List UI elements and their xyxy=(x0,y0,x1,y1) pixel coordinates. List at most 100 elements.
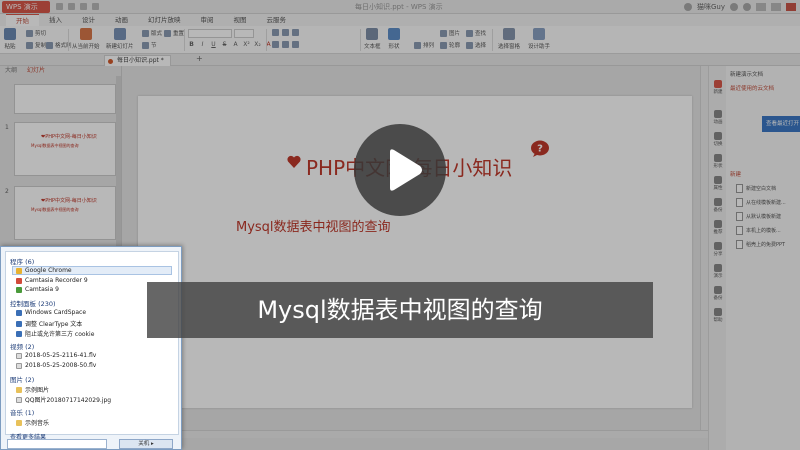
result-camtasia-recorder[interactable]: Camtasia Recorder 9 xyxy=(16,277,88,284)
find-button[interactable]: 查找 xyxy=(466,29,486,37)
slide-thumbnail[interactable]: ❤PHP中文网-每日小知识 Mysql数据表中视图的查询 xyxy=(14,186,116,240)
paste-button[interactable]: 粘贴 xyxy=(4,28,16,50)
new-from-online-template-link[interactable]: 从在线模板新建... xyxy=(736,198,786,207)
new-slide-button[interactable]: 新建幻灯片 xyxy=(106,28,134,50)
wps-menu-button[interactable]: WPS 演示 xyxy=(2,1,50,13)
slide-subtitle[interactable]: Mysql数据表中视图的查询 xyxy=(236,216,391,235)
strip-item-recommend[interactable]: 推荐 xyxy=(709,220,727,235)
strip-item-new[interactable]: 新建 xyxy=(709,80,727,95)
print-icon[interactable] xyxy=(68,3,75,10)
tab-review[interactable]: 审阅 xyxy=(191,14,224,26)
slide-thumbnail[interactable]: ❤PHP中文网-每日小知识 Mysql数据表中视图的查询 xyxy=(14,122,116,176)
redo-icon[interactable] xyxy=(92,3,99,10)
tab-cloud[interactable]: 云服务 xyxy=(257,14,297,26)
select-button[interactable]: 选择 xyxy=(466,41,486,49)
superscript-button[interactable]: X² xyxy=(243,41,250,48)
strip-item-properties[interactable]: 属性 xyxy=(709,176,727,191)
strip-item-backup-2[interactable]: 备份 xyxy=(709,286,727,301)
underline-button[interactable]: U xyxy=(210,41,217,48)
shutdown-button[interactable]: 关机 ▸ xyxy=(119,439,173,449)
horizontal-scrollbar[interactable] xyxy=(122,430,708,438)
slide-thumbnail[interactable] xyxy=(14,84,116,114)
strip-item-shapes[interactable]: 形状 xyxy=(709,154,727,169)
undo-icon[interactable] xyxy=(80,3,87,10)
font-size-select[interactable] xyxy=(234,29,254,38)
strip-item-present[interactable]: 演示 xyxy=(709,264,727,279)
panel-scrollbar[interactable] xyxy=(116,76,121,256)
text-shadow-button[interactable]: A xyxy=(232,41,239,48)
close-button[interactable] xyxy=(786,3,796,11)
save-icon[interactable] xyxy=(56,3,63,10)
task-pane-header[interactable]: 新建演示文档 xyxy=(730,70,763,78)
design-assistant-button[interactable]: 设计助手 xyxy=(528,28,550,50)
result-video-2[interactable]: 2018-05-25-2008-50.flv xyxy=(16,362,96,369)
result-camtasia[interactable]: Camtasia 9 xyxy=(16,286,59,293)
from-current-button[interactable]: 从当前开始 xyxy=(72,28,100,50)
search-input[interactable] xyxy=(7,439,107,449)
result-cookie[interactable]: 阻止或允许第三方 cookie xyxy=(16,329,94,338)
strip-item-transition[interactable]: 切换 xyxy=(709,132,727,147)
bullet-list-button[interactable] xyxy=(272,29,279,36)
indent-button[interactable] xyxy=(292,29,299,36)
strip-item-share[interactable]: 分享 xyxy=(709,242,727,257)
minimize-button[interactable] xyxy=(756,3,766,11)
outline-button[interactable]: 轮廓 xyxy=(440,41,460,49)
category-control-panel[interactable]: 控制面板 (230) xyxy=(10,298,56,308)
select-pane-button[interactable]: 选择窗格 xyxy=(498,28,520,50)
picture-button[interactable]: 图片 xyxy=(440,29,460,37)
tab-design[interactable]: 设计 xyxy=(72,14,105,26)
shapes-button[interactable]: 形状 xyxy=(388,28,400,50)
strip-item-animation[interactable]: 动画 xyxy=(709,110,727,125)
reset-button[interactable]: 重置 xyxy=(164,29,184,37)
tab-animation[interactable]: 动画 xyxy=(105,14,138,26)
subscript-button[interactable]: X₂ xyxy=(254,41,261,48)
document-tab[interactable]: 每日小知识.ppt * xyxy=(104,55,171,66)
section-button[interactable]: 节 xyxy=(142,41,157,49)
result-sample-music[interactable]: 示例音乐 xyxy=(16,418,49,427)
settings-icon[interactable] xyxy=(743,3,751,11)
result-qq-image[interactable]: QQ图片20180717142029.jpg xyxy=(16,395,111,404)
align-left-button[interactable] xyxy=(272,41,279,48)
maximize-button[interactable] xyxy=(771,3,781,11)
numbered-list-button[interactable] xyxy=(282,29,289,36)
view-recent-button[interactable]: 查看最近打开 xyxy=(762,116,800,132)
category-music[interactable]: 音乐 (1) xyxy=(10,407,34,417)
copy-button[interactable]: 复制 xyxy=(26,41,46,49)
play-button[interactable] xyxy=(354,124,446,216)
free-ppt-link[interactable]: 稻壳上的免费PPT xyxy=(736,240,785,249)
user-name[interactable]: 猫咪Guy xyxy=(697,2,725,12)
tab-home[interactable]: 开始 xyxy=(6,14,39,26)
bold-button[interactable]: B xyxy=(188,41,195,48)
result-cardspace[interactable]: Windows CardSpace xyxy=(16,309,86,316)
tab-insert[interactable]: 插入 xyxy=(39,14,72,26)
tab-outline[interactable]: 大纲 xyxy=(0,66,22,76)
category-videos[interactable]: 视频 (2) xyxy=(10,341,34,351)
italic-button[interactable]: I xyxy=(199,41,206,48)
cut-button[interactable]: 剪切 xyxy=(26,29,46,37)
skin-icon[interactable] xyxy=(730,3,738,11)
font-name-select[interactable] xyxy=(188,29,232,38)
strikethrough-button[interactable]: S xyxy=(221,41,228,48)
category-pictures[interactable]: 图片 (2) xyxy=(10,374,34,384)
tab-slides[interactable]: 幻灯片 xyxy=(22,66,50,76)
arrange-button[interactable]: 排列 xyxy=(414,41,434,49)
new-from-default-template-link[interactable]: 从默认模板新建 xyxy=(736,212,781,221)
result-sample-pictures[interactable]: 示例图片 xyxy=(16,385,49,394)
result-video-1[interactable]: 2018-05-25-2116-41.flv xyxy=(16,352,96,359)
result-cleartype[interactable]: 调整 ClearType 文本 xyxy=(16,319,82,328)
avatar[interactable] xyxy=(683,3,692,11)
new-tab-button[interactable]: + xyxy=(196,54,203,63)
new-blank-doc-link[interactable]: 新建空白文档 xyxy=(736,184,776,193)
layout-button[interactable]: 版式 xyxy=(142,29,162,37)
text-box-button[interactable]: 文本框 xyxy=(364,28,381,50)
align-right-button[interactable] xyxy=(292,41,299,48)
align-center-button[interactable] xyxy=(282,41,289,48)
local-templates-link[interactable]: 本机上的模板... xyxy=(736,226,781,235)
category-programs[interactable]: 程序 (6) xyxy=(10,256,34,266)
strip-item-help[interactable]: 帮助 xyxy=(709,308,727,323)
tab-view[interactable]: 视图 xyxy=(224,14,257,26)
tab-slideshow[interactable]: 幻灯片放映 xyxy=(138,14,191,26)
strip-item-backup[interactable]: 备份 xyxy=(709,198,727,213)
vertical-scrollbar[interactable] xyxy=(700,66,708,438)
result-chrome[interactable]: Google Chrome xyxy=(12,266,172,275)
